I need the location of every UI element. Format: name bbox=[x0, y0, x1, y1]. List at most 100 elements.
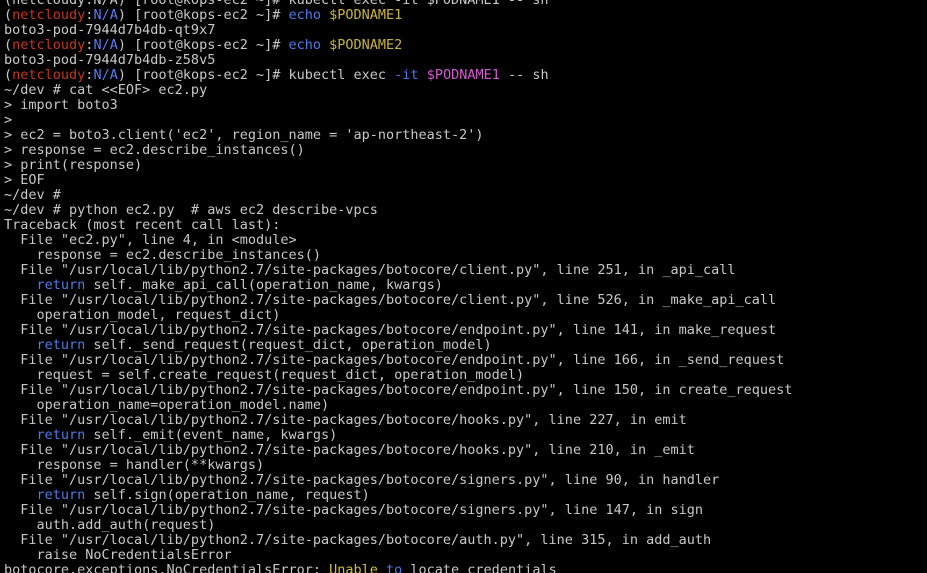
terminal-text-segment: echo bbox=[288, 37, 330, 53]
terminal-text-segment: ~/dev # cat <<EOF> ec2.py bbox=[4, 82, 208, 98]
terminal-line: (netcloudy:N/A) [root@kops-ec2 ~]# echo … bbox=[4, 38, 792, 53]
terminal-text-segment: > response = ec2.describe_instances() bbox=[4, 142, 305, 158]
terminal-text-segment: File "/usr/local/lib/python2.7/site-pack… bbox=[4, 472, 720, 488]
terminal-line: > EOF bbox=[4, 173, 792, 188]
terminal-text-segment: return bbox=[36, 337, 86, 353]
terminal-line: ~/dev # cat <<EOF> ec2.py bbox=[4, 83, 792, 98]
terminal-line: > print(response) bbox=[4, 158, 792, 173]
terminal-line: Traceback (most recent call last): bbox=[4, 218, 792, 233]
terminal-line: File "/usr/local/lib/python2.7/site-pack… bbox=[4, 353, 792, 368]
terminal-text-segment: $PODNAME1 bbox=[329, 7, 403, 23]
terminal-text-segment: auth.add_auth(request) bbox=[4, 517, 216, 533]
terminal-line: return self._emit(event_name, kwargs) bbox=[4, 428, 792, 443]
terminal-text-segment: > EOF bbox=[4, 172, 45, 188]
terminal-text-segment: N/A bbox=[93, 7, 118, 23]
terminal-line: File "/usr/local/lib/python2.7/site-pack… bbox=[4, 533, 792, 548]
terminal-text-segment: boto3-pod-7944d7b4db-z58v5 bbox=[4, 52, 216, 68]
terminal-window[interactable]: (netcloudy:N/A) [root@kops-ec2 ~]# kubec… bbox=[0, 0, 927, 573]
terminal-line: > bbox=[4, 113, 792, 128]
terminal-text-segment: botocore.exceptions.NoCredentialsError: bbox=[4, 562, 330, 573]
terminal-text-segment: File "/usr/local/lib/python2.7/site-pack… bbox=[4, 532, 712, 548]
terminal-text-segment: ) [root@kops-ec2 ~]# bbox=[117, 37, 289, 53]
terminal-text-segment: return bbox=[36, 487, 86, 503]
terminal-line: File "/usr/local/lib/python2.7/site-pack… bbox=[4, 263, 792, 278]
terminal-line: File "ec2.py", line 4, in <module> bbox=[4, 233, 792, 248]
terminal-text-segment: File "/usr/local/lib/python2.7/site-pack… bbox=[4, 352, 785, 368]
terminal-text-segment: > ec2 = boto3.client('ec2', region_name … bbox=[4, 127, 484, 143]
terminal-line: return self.sign(operation_name, request… bbox=[4, 488, 792, 503]
terminal-text-segment: boto3-pod-7944d7b4db-qt9x7 bbox=[4, 22, 216, 38]
terminal-text-segment: return bbox=[36, 277, 86, 293]
terminal-text-segment: File "/usr/local/lib/python2.7/site-pack… bbox=[4, 412, 687, 428]
terminal-text-segment: File "/usr/local/lib/python2.7/site-pack… bbox=[4, 442, 695, 458]
terminal-text-segment: netcloudy bbox=[12, 67, 86, 83]
terminal-text-segment: response = handler(**kwargs) bbox=[4, 457, 265, 473]
terminal-text-segment: ( bbox=[4, 7, 13, 23]
terminal-line: botocore.exceptions.NoCredentialsError: … bbox=[4, 563, 792, 573]
terminal-text-segment: N/A bbox=[93, 67, 118, 83]
terminal-text-segment: File "ec2.py", line 4, in <module> bbox=[4, 232, 297, 248]
terminal-text-segment: -it bbox=[394, 67, 427, 83]
terminal-line: (netcloudy:N/A) [root@kops-ec2 ~]# kubec… bbox=[4, 68, 792, 83]
terminal-line: raise NoCredentialsError bbox=[4, 548, 792, 563]
terminal-text-segment: File "/usr/local/lib/python2.7/site-pack… bbox=[4, 292, 777, 308]
terminal-text-segment: request = self.create_request(request_di… bbox=[4, 367, 525, 383]
terminal-line: File "/usr/local/lib/python2.7/site-pack… bbox=[4, 443, 792, 458]
terminal-text-segment: Unable bbox=[329, 562, 387, 573]
terminal-text-segment: File "/usr/local/lib/python2.7/site-pack… bbox=[4, 322, 777, 338]
terminal-text-segment: File "/usr/local/lib/python2.7/site-pack… bbox=[4, 262, 736, 278]
terminal-line: response = handler(**kwargs) bbox=[4, 458, 792, 473]
terminal-text-segment: echo bbox=[288, 7, 330, 23]
terminal-text-segment: operation_model, request_dict) bbox=[4, 307, 281, 323]
terminal-text-segment: netcloudy bbox=[12, 37, 86, 53]
terminal-text-segment: ( bbox=[4, 67, 13, 83]
terminal-line: File "/usr/local/lib/python2.7/site-pack… bbox=[4, 293, 792, 308]
terminal-text-segment: self.sign(operation_name, request) bbox=[85, 487, 370, 503]
terminal-line: return self._send_request(request_dict, … bbox=[4, 338, 792, 353]
terminal-text-segment: File "/usr/local/lib/python2.7/site-pack… bbox=[4, 382, 793, 398]
terminal-text-segment: to bbox=[386, 562, 403, 573]
terminal-line: return self._make_api_call(operation_nam… bbox=[4, 278, 792, 293]
terminal-line: File "/usr/local/lib/python2.7/site-pack… bbox=[4, 473, 792, 488]
terminal-line: boto3-pod-7944d7b4db-qt9x7 bbox=[4, 23, 792, 38]
terminal-text-segment: $PODNAME1 bbox=[426, 67, 500, 83]
terminal-text-segment: self._send_request(request_dict, operati… bbox=[85, 337, 492, 353]
terminal-line: boto3-pod-7944d7b4db-z58v5 bbox=[4, 53, 792, 68]
terminal-text-segment: return bbox=[36, 427, 86, 443]
terminal-line: ~/dev # python ec2.py # aws ec2 describe… bbox=[4, 203, 792, 218]
terminal-text-segment: netcloudy bbox=[12, 7, 86, 23]
terminal-text-segment: > bbox=[4, 112, 13, 128]
terminal-text-segment: -- sh bbox=[499, 67, 549, 83]
terminal-text-segment: ~/dev # bbox=[4, 187, 61, 203]
terminal-line: operation_model, request_dict) bbox=[4, 308, 792, 323]
terminal-line: File "/usr/local/lib/python2.7/site-pack… bbox=[4, 383, 792, 398]
terminal-text-segment: self._make_api_call(operation_name, kwar… bbox=[85, 277, 443, 293]
terminal-line: File "/usr/local/lib/python2.7/site-pack… bbox=[4, 323, 792, 338]
terminal-line: ~/dev # bbox=[4, 188, 792, 203]
terminal-line: File "/usr/local/lib/python2.7/site-pack… bbox=[4, 413, 792, 428]
terminal-line: auth.add_auth(request) bbox=[4, 518, 792, 533]
terminal-text-segment: locate credentials bbox=[402, 562, 557, 573]
terminal-text-segment: ) [root@kops-ec2 ~]# bbox=[117, 7, 289, 23]
terminal-text-segment: Traceback (most recent call last): bbox=[4, 217, 281, 233]
terminal-line: File "/usr/local/lib/python2.7/site-pack… bbox=[4, 503, 792, 518]
terminal-line: > import boto3 bbox=[4, 98, 792, 113]
terminal-text-segment: $PODNAME2 bbox=[329, 37, 403, 53]
terminal-text-segment: File "/usr/local/lib/python2.7/site-pack… bbox=[4, 502, 703, 518]
terminal-text-segment: N/A bbox=[93, 37, 118, 53]
terminal-line: > response = ec2.describe_instances() bbox=[4, 143, 792, 158]
terminal-line: response = ec2.describe_instances() bbox=[4, 248, 792, 263]
terminal-line: request = self.create_request(request_di… bbox=[4, 368, 792, 383]
terminal-text-segment: > print(response) bbox=[4, 157, 143, 173]
terminal-text-segment: response = ec2.describe_instances() bbox=[4, 247, 321, 263]
terminal-text-segment: operation_name=operation_model.name) bbox=[4, 397, 330, 413]
terminal-output: (netcloudy:N/A) [root@kops-ec2 ~]# kubec… bbox=[4, 0, 792, 573]
terminal-text-segment: ) [root@kops-ec2 ~]# kubectl exec bbox=[117, 67, 395, 83]
terminal-text-segment: raise NoCredentialsError bbox=[4, 547, 232, 563]
terminal-line: (netcloudy:N/A) [root@kops-ec2 ~]# echo … bbox=[4, 8, 792, 23]
terminal-text-segment: ( bbox=[4, 37, 13, 53]
